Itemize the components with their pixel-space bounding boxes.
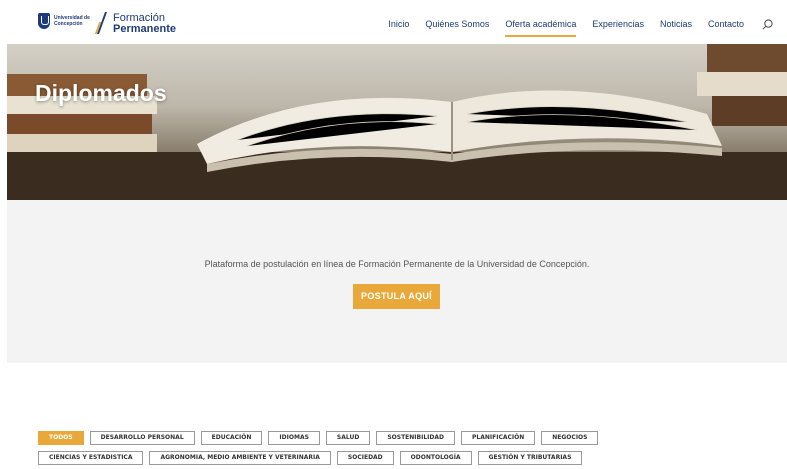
udec-logo[interactable]: Universidad de Concepción bbox=[38, 13, 94, 29]
filter-gestion-tributarias[interactable]: GESTIÓN Y TRIBUTARIAS bbox=[477, 451, 583, 465]
filter-planificacion[interactable]: PLANIFICACIÓN bbox=[461, 431, 536, 445]
nav-quienes-somos[interactable]: Quiénes Somos bbox=[425, 19, 489, 29]
filter-sostenibilidad[interactable]: SOSTENIBILIDAD bbox=[376, 431, 455, 445]
category-filters: TODOS DESARROLLO PERSONAL EDUCACIÓN IDIO… bbox=[38, 431, 758, 469]
brand-logo[interactable]: Formación Permanente bbox=[113, 13, 176, 35]
filter-row: TODOS DESARROLLO PERSONAL EDUCACIÓN IDIO… bbox=[38, 431, 758, 445]
search-icon[interactable] bbox=[762, 19, 773, 30]
page-title: Diplomados bbox=[35, 80, 167, 106]
shield-icon bbox=[38, 13, 50, 29]
filter-educacion[interactable]: EDUCACIÓN bbox=[200, 431, 263, 445]
open-book-image bbox=[7, 44, 787, 200]
brand-bottom: Permanente bbox=[113, 23, 176, 35]
udec-logo-text: Universidad de Concepción bbox=[54, 15, 90, 27]
nav-oferta-academica[interactable]: Oferta académica bbox=[505, 19, 577, 37]
nav-contacto[interactable]: Contacto bbox=[708, 19, 744, 29]
application-section: Plataforma de postulación en línea de Fo… bbox=[7, 200, 787, 363]
apply-button[interactable]: POSTULA AQUÍ bbox=[353, 284, 440, 309]
filter-desarrollo-personal[interactable]: DESARROLLO PERSONAL bbox=[89, 431, 195, 445]
filter-todos[interactable]: TODOS bbox=[38, 431, 84, 445]
filter-row: CIENCIAS Y ESTADISTICA AGRONOMIA, MEDIO … bbox=[38, 451, 758, 465]
filter-idiomas[interactable]: IDIOMAS bbox=[268, 431, 320, 445]
nav-inicio[interactable]: Inicio bbox=[388, 19, 409, 29]
filter-ciencias-estadistica[interactable]: CIENCIAS Y ESTADISTICA bbox=[38, 451, 144, 465]
filter-negocios[interactable]: NEGOCIOS bbox=[541, 431, 599, 445]
application-description: Plataforma de postulación en línea de Fo… bbox=[204, 259, 590, 269]
nav-experiencias[interactable]: Experiencias bbox=[592, 19, 644, 29]
hero-banner: Diplomados bbox=[7, 44, 787, 200]
slash-logo-mark bbox=[94, 12, 108, 34]
filter-agronomia[interactable]: AGRONOMIA, MEDIO AMBIENTE Y VETERINARIA bbox=[149, 451, 331, 465]
site-header: Universidad de Concepción Formación Perm… bbox=[0, 0, 787, 44]
filter-odontologia[interactable]: ODONTOLOGÍA bbox=[399, 451, 472, 465]
filter-sociedad[interactable]: SOCIEDAD bbox=[336, 451, 394, 465]
filter-salud[interactable]: SALUD bbox=[325, 431, 371, 445]
nav-noticias[interactable]: Noticias bbox=[660, 19, 692, 29]
main-nav: Inicio Quiénes Somos Oferta académica Ex… bbox=[372, 19, 744, 37]
